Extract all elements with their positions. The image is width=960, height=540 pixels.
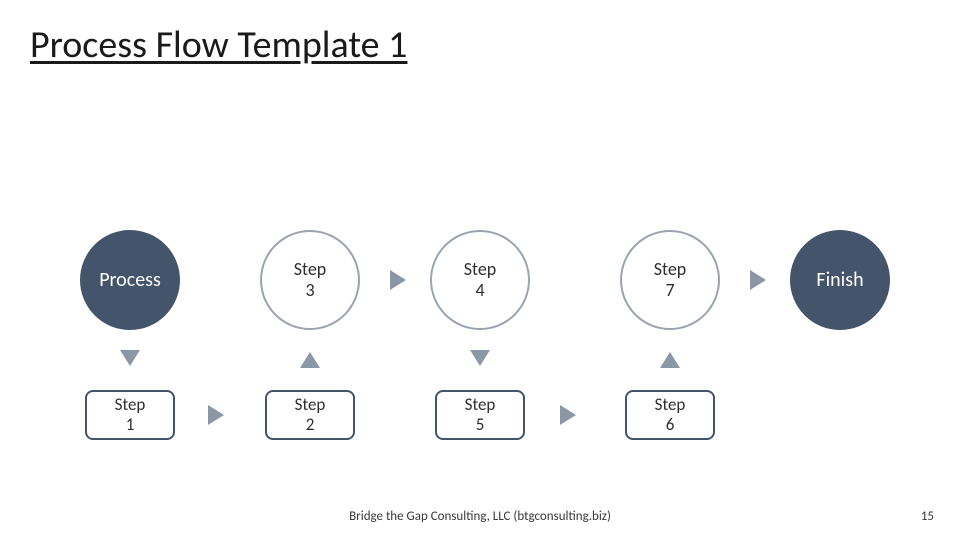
node-step3: Step 3: [260, 230, 360, 330]
arrow-up-icon: [300, 352, 320, 368]
node-finish: Finish: [790, 230, 890, 330]
node-step2: Step 2: [265, 390, 355, 440]
node-label: Step 4: [464, 259, 497, 300]
node-step1: Step 1: [85, 390, 175, 440]
node-label: Step 1: [115, 395, 146, 434]
node-label: Process: [99, 269, 161, 292]
diagram-stage: Process Step 3 Step 4 Step 7 Finish Step…: [0, 0, 960, 540]
node-label: Step 7: [654, 259, 687, 300]
arrow-right-icon: [390, 270, 406, 290]
node-step6: Step 6: [625, 390, 715, 440]
arrow-right-icon: [750, 270, 766, 290]
node-step4: Step 4: [430, 230, 530, 330]
node-process: Process: [80, 230, 180, 330]
arrow-right-icon: [560, 405, 576, 425]
node-label: Step 3: [294, 259, 327, 300]
arrow-right-icon: [208, 405, 224, 425]
arrow-up-icon: [660, 352, 680, 368]
node-label: Step 6: [655, 395, 686, 434]
arrow-down-icon: [470, 350, 490, 366]
node-label: Finish: [816, 269, 863, 292]
arrow-down-icon: [120, 350, 140, 366]
node-step5: Step 5: [435, 390, 525, 440]
node-step7: Step 7: [620, 230, 720, 330]
page-number: 15: [921, 509, 934, 524]
footer-text: Bridge the Gap Consulting, LLC (btgconsu…: [0, 509, 960, 524]
node-label: Step 2: [295, 395, 326, 434]
node-label: Step 5: [465, 395, 496, 434]
